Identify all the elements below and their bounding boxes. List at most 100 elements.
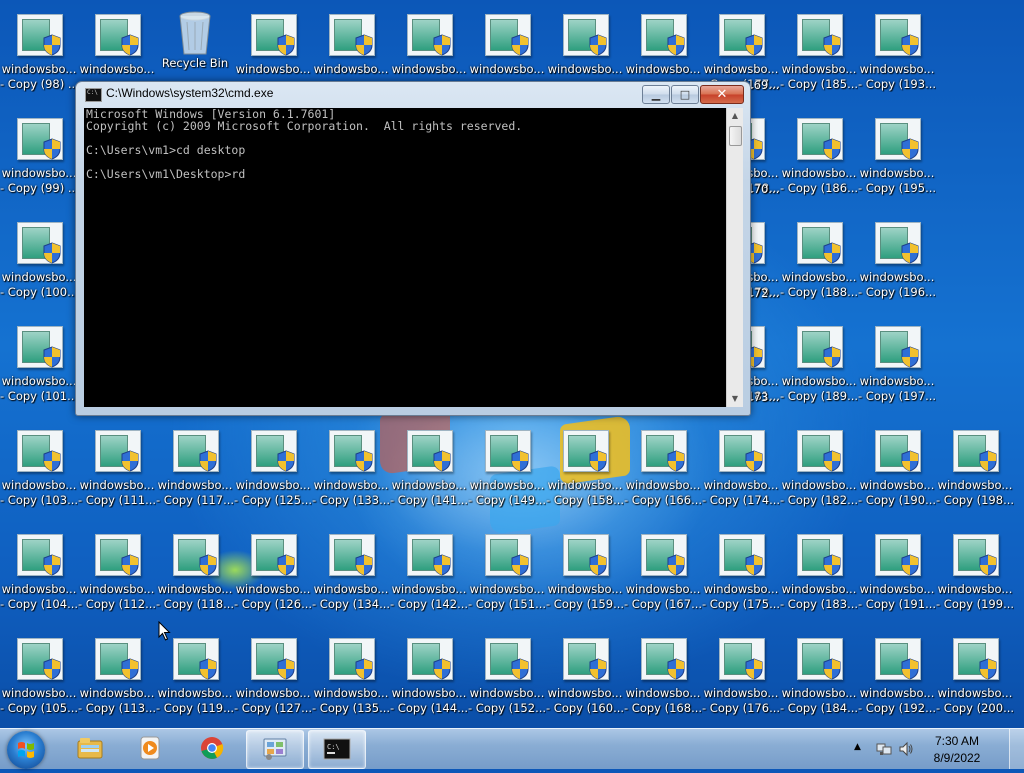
taskbar-media-player-button[interactable] [122, 730, 178, 767]
file-desktop-icon[interactable]: windowsbo... - Copy (193... [858, 2, 936, 102]
file-desktop-icon[interactable]: windowsbo... - Copy (111... [78, 418, 156, 518]
file-desktop-icon[interactable]: windowsbo... - Copy (195... [858, 106, 936, 206]
file-desktop-icon[interactable]: windowsbo... - Copy (98) ... [0, 2, 78, 102]
show-desktop-button[interactable] [1009, 729, 1024, 769]
icon-label: windowsbo... [703, 582, 779, 596]
clock-time[interactable]: 7:30 AM [924, 734, 990, 748]
uac-shield-icon [355, 658, 373, 680]
file-desktop-icon[interactable]: windowsbo... - Copy (101... [0, 314, 78, 414]
icon-label-line2: - Copy (105... [0, 701, 78, 715]
file-desktop-icon[interactable]: windowsbo... - Copy (159... [546, 522, 624, 622]
file-desktop-icon[interactable]: windowsbo... - Copy (151... [468, 522, 546, 622]
file-desktop-icon[interactable]: windowsbo... - Copy (142... [390, 522, 468, 622]
file-desktop-icon[interactable]: windowsbo... - Copy (134... [312, 522, 390, 622]
file-desktop-icon[interactable]: windowsbo... - Copy (149... [468, 418, 546, 518]
file-desktop-icon[interactable]: windowsbo... - Copy (135... [312, 626, 390, 726]
file-desktop-icon[interactable]: windowsbo... - Copy (160... [546, 626, 624, 726]
scroll-up-icon[interactable]: ▲ [727, 108, 743, 124]
file-desktop-icon[interactable]: windowsbo... - Copy (112... [78, 522, 156, 622]
icon-label: windowsbo... [1, 374, 77, 388]
uac-shield-icon [823, 138, 841, 160]
file-desktop-icon[interactable]: windowsbo... - Copy (168... [624, 626, 702, 726]
volume-icon[interactable] [898, 741, 914, 757]
file-desktop-icon[interactable]: windowsbo... - Copy (100... [0, 210, 78, 310]
icon-label-line2: - Copy (142... [390, 597, 468, 611]
file-desktop-icon[interactable]: windowsbo... - Copy (104... [0, 522, 78, 622]
shortcut-image-icon [639, 428, 687, 476]
scroll-down-icon[interactable]: ▼ [727, 391, 743, 407]
shortcut-image-icon [639, 12, 687, 60]
file-desktop-icon[interactable]: windowsbo... - Copy (200... [936, 626, 1014, 726]
file-desktop-icon[interactable]: windowsbo... - Copy (125... [234, 418, 312, 518]
uac-shield-icon [745, 34, 763, 56]
file-desktop-icon[interactable]: windowsbo... - Copy (118... [156, 522, 234, 622]
icon-label: windowsbo... [781, 686, 857, 700]
file-desktop-icon[interactable]: windowsbo... - Copy (182... [780, 418, 858, 518]
icon-label-line2: - Copy (135... [312, 701, 390, 715]
close-button[interactable]: ✕ [700, 85, 744, 104]
minimize-button[interactable]: ▁ [642, 85, 670, 104]
file-desktop-icon[interactable]: windowsbo... - Copy (158... [546, 418, 624, 518]
taskbar-chrome-button[interactable] [184, 730, 240, 767]
file-desktop-icon[interactable]: windowsbo... - Copy (196... [858, 210, 936, 310]
cmd-icon: C:\ [323, 738, 351, 760]
file-desktop-icon[interactable]: windowsbo... - Copy (99) ... [0, 106, 78, 206]
file-desktop-icon[interactable]: windowsbo... - Copy (188... [780, 210, 858, 310]
file-desktop-icon[interactable]: windowsbo... - Copy (141... [390, 418, 468, 518]
file-desktop-icon[interactable]: windowsbo... - Copy (127... [234, 626, 312, 726]
file-desktop-icon[interactable]: windowsbo... - Copy (133... [312, 418, 390, 518]
file-desktop-icon[interactable]: windowsbo... - Copy (191... [858, 522, 936, 622]
icon-label: windowsbo... [937, 582, 1013, 596]
start-button[interactable] [7, 731, 45, 769]
network-icon[interactable] [876, 741, 892, 757]
file-desktop-icon[interactable]: windowsbo... - Copy (197... [858, 314, 936, 414]
file-desktop-icon[interactable]: windowsbo... - Copy (184... [780, 626, 858, 726]
shortcut-image-icon [639, 532, 687, 580]
file-desktop-icon[interactable]: windowsbo... - Copy (103... [0, 418, 78, 518]
icon-label: windowsbo... [859, 166, 935, 180]
icon-label: windowsbo... [469, 686, 545, 700]
file-desktop-icon[interactable]: windowsbo... - Copy (190... [858, 418, 936, 518]
file-desktop-icon[interactable]: windowsbo... - Copy (113... [78, 626, 156, 726]
file-desktop-icon[interactable]: windowsbo... - Copy (117... [156, 418, 234, 518]
taskbar-cmd-button[interactable]: C:\ [308, 730, 366, 769]
file-desktop-icon[interactable]: windowsbo... - Copy (174... [702, 418, 780, 518]
file-desktop-icon[interactable]: windowsbo... - Copy (167... [624, 522, 702, 622]
icon-label-line2: - Copy (195... [858, 181, 936, 195]
shortcut-image-icon [405, 12, 453, 60]
file-desktop-icon[interactable]: windowsbo... - Copy (126... [234, 522, 312, 622]
console-output[interactable]: Microsoft Windows [Version 6.1.7601] Copy… [84, 108, 726, 407]
file-desktop-icon[interactable]: windowsbo... - Copy (186... [780, 106, 858, 206]
file-desktop-icon[interactable]: windowsbo... - Copy (199... [936, 522, 1014, 622]
clock-date[interactable]: 8/9/2022 [924, 751, 990, 765]
file-desktop-icon[interactable]: windowsbo... - Copy (175... [702, 522, 780, 622]
icon-label: windowsbo... [391, 62, 467, 76]
icon-label: windowsbo... [859, 478, 935, 492]
taskbar-explorer-button[interactable] [62, 730, 118, 767]
maximize-button[interactable]: □ [671, 85, 699, 104]
cmd-window-icon[interactable]: C:\ [85, 88, 102, 102]
shortcut-image-icon [171, 428, 219, 476]
file-desktop-icon[interactable]: windowsbo... - Copy (166... [624, 418, 702, 518]
uac-shield-icon [979, 450, 997, 472]
file-desktop-icon[interactable]: windowsbo... - Copy (152... [468, 626, 546, 726]
window-titlebar[interactable]: C:\ C:\Windows\system32\cmd.exe ▁ □ ✕ [76, 82, 750, 107]
file-desktop-icon[interactable]: windowsbo... - Copy (192... [858, 626, 936, 726]
file-desktop-icon[interactable]: windowsbo... - Copy (198... [936, 418, 1014, 518]
cmd-window[interactable]: C:\ C:\Windows\system32\cmd.exe ▁ □ ✕ Mi… [75, 81, 751, 416]
shortcut-image-icon [483, 12, 531, 60]
file-desktop-icon[interactable]: windowsbo... - Copy (176... [702, 626, 780, 726]
file-desktop-icon[interactable]: windowsbo... - Copy (119... [156, 626, 234, 726]
icon-label-line2: - Copy (196... [858, 285, 936, 299]
icon-label: windowsbo... [703, 686, 779, 700]
icon-label: windowsbo... [79, 686, 155, 700]
file-desktop-icon[interactable]: windowsbo... - Copy (105... [0, 626, 78, 726]
scroll-thumb[interactable] [729, 126, 742, 146]
file-desktop-icon[interactable]: windowsbo... - Copy (185... [780, 2, 858, 102]
file-desktop-icon[interactable]: windowsbo... - Copy (144... [390, 626, 468, 726]
taskbar-control-panel-button[interactable] [246, 730, 304, 769]
file-desktop-icon[interactable]: windowsbo... - Copy (183... [780, 522, 858, 622]
file-desktop-icon[interactable]: windowsbo... - Copy (189... [780, 314, 858, 414]
show-hidden-icons-icon[interactable]: ▲ [854, 742, 861, 752]
console-scrollbar[interactable]: ▲ ▼ [726, 108, 743, 407]
